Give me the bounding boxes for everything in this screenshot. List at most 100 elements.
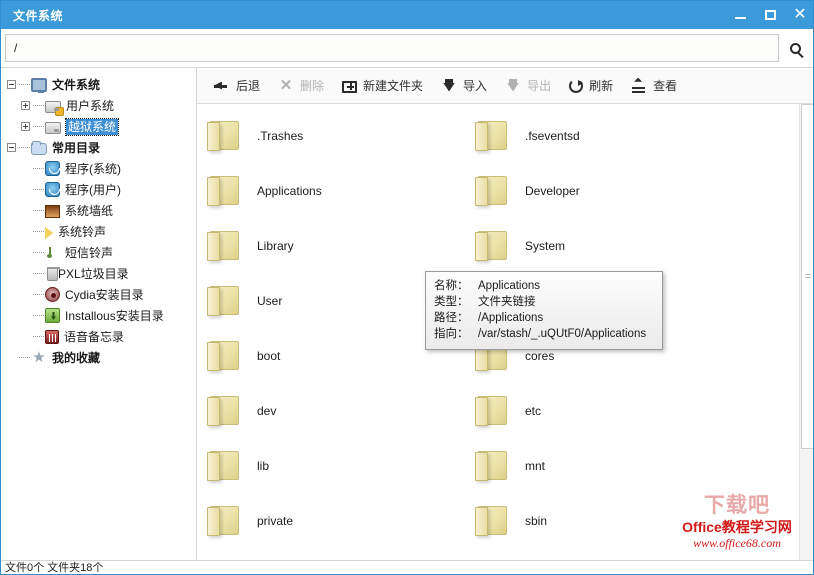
folder-icon: [475, 120, 509, 151]
tree-connector: [19, 74, 31, 95]
tree-item-6[interactable]: 系统墙纸: [1, 200, 196, 221]
file-item[interactable]: lib: [205, 438, 473, 493]
tree-connector: [33, 326, 45, 347]
file-item[interactable]: .Trashes: [205, 108, 473, 163]
tooltip-key: 指向：: [434, 328, 469, 340]
toolbar-button-label: 导出: [527, 79, 552, 93]
tree-item-label: PXL垃圾目录: [58, 266, 129, 281]
toolbar-button-label: 新建文件夹: [363, 79, 424, 93]
tooltip-value: /var/stash/_.uQUtF0/Applications: [478, 328, 647, 340]
tree-item-2[interactable]: 越狱系统: [1, 116, 196, 137]
file-name: Library: [257, 238, 294, 253]
tree-item-11[interactable]: Installous安装目录: [1, 305, 196, 326]
tree-connector: [33, 242, 45, 263]
app-icon: [45, 182, 60, 197]
toolbar: 后退 ✕ 删除 新建文件夹 导入 导出 刷新 查看: [197, 68, 813, 104]
expand-icon[interactable]: [21, 101, 30, 110]
tooltip-row: 名称： Applications: [434, 278, 654, 294]
path-bar: [1, 29, 813, 67]
maximize-button[interactable]: [755, 1, 785, 29]
toolbar-button-label: 删除: [300, 79, 325, 93]
tooltip-key: 类型：: [434, 296, 469, 308]
file-item[interactable]: System: [473, 218, 799, 273]
toolbar-button-4: 导出: [496, 72, 560, 100]
file-item[interactable]: Developer: [473, 163, 799, 218]
file-item[interactable]: mnt: [473, 438, 799, 493]
folder-icon: [475, 505, 509, 536]
path-input[interactable]: [5, 34, 779, 62]
toolbar-button-2[interactable]: 新建文件夹: [333, 72, 432, 100]
tree-item-3[interactable]: 常用目录: [1, 137, 196, 158]
folder-icon: [207, 340, 241, 371]
file-item[interactable]: .fseventsd: [473, 108, 799, 163]
tree-item-label: 文件系统: [52, 77, 101, 92]
folder-icon: [207, 285, 241, 316]
tree-item-12[interactable]: 语音备忘录: [1, 326, 196, 347]
file-name: sbin: [525, 513, 548, 528]
tree-item-label: 程序(系统): [65, 161, 121, 176]
tree-item-13[interactable]: ★ 我的收藏: [1, 347, 196, 368]
tree-connector: [33, 179, 45, 200]
tree-item-0[interactable]: 文件系统: [1, 74, 196, 95]
toolbar-button-3[interactable]: 导入: [432, 72, 496, 100]
tree-connector: [33, 305, 45, 326]
directory-tree: 文件系统用户系统越狱系统 常用目录程序(系统) 程序(用户) 系统墙纸 系统铃声 短信铃声…: [1, 74, 196, 368]
tree-connector: [33, 263, 45, 284]
tree-item-7[interactable]: 系统铃声: [1, 221, 196, 242]
file-list-scrollbar[interactable]: [799, 104, 813, 562]
scrollbar-thumb[interactable]: [801, 104, 813, 449]
file-item[interactable]: etc: [473, 383, 799, 438]
toolbar-button-6[interactable]: 查看: [622, 72, 686, 100]
file-name: dev: [257, 403, 277, 418]
note-icon: [45, 245, 60, 260]
collapse-icon[interactable]: [7, 80, 16, 89]
tree-item-label: 用户系统: [66, 98, 115, 113]
folder-front: [207, 231, 220, 261]
toolbar-button-0[interactable]: 后退: [205, 72, 269, 100]
back-arrow-icon: [214, 78, 230, 94]
tree-item-1[interactable]: 用户系统: [1, 95, 196, 116]
file-item[interactable]: dev: [205, 383, 473, 438]
folder-icon: [207, 505, 241, 536]
new-folder-icon: [342, 80, 358, 93]
tree-connector: [33, 284, 45, 305]
toolbar-button-5[interactable]: 刷新: [560, 72, 622, 100]
file-item[interactable]: private: [205, 493, 473, 548]
file-item[interactable]: sbin: [473, 493, 799, 548]
folder-front: [475, 451, 488, 481]
tree-item-10[interactable]: Cydia安装目录: [1, 284, 196, 305]
tree-connector: [33, 116, 45, 137]
folder-front: [207, 286, 220, 316]
monitor-icon: [31, 77, 47, 93]
folder-front: [475, 506, 488, 536]
file-item[interactable]: Applications: [205, 163, 473, 218]
tree-item-label: 越狱系统: [64, 117, 120, 136]
tree-connector: [19, 137, 31, 158]
tree-item-5[interactable]: 程序(用户): [1, 179, 196, 200]
tree-item-9[interactable]: PXL垃圾目录: [1, 263, 196, 284]
close-button[interactable]: ✕: [785, 1, 813, 29]
minimize-button[interactable]: [725, 1, 755, 29]
search-button[interactable]: [779, 33, 811, 63]
file-name: Developer: [525, 183, 580, 198]
file-item[interactable]: Library: [205, 218, 473, 273]
tree-connector: [19, 347, 31, 368]
tree-item-label: 程序(用户): [65, 182, 121, 197]
cydia-icon: [45, 287, 60, 302]
tooltip-value: 文件夹链接: [478, 296, 536, 308]
collapse-icon[interactable]: [7, 143, 16, 152]
folder-front: [207, 396, 220, 426]
tree-connector: [33, 200, 45, 221]
right-pane: 后退 ✕ 删除 新建文件夹 导入 导出 刷新 查看 .Trashes .fseventsd App…: [197, 67, 813, 562]
tree-connector: [33, 95, 45, 116]
tree-item-4[interactable]: 程序(系统): [1, 158, 196, 179]
expand-icon[interactable]: [21, 122, 30, 131]
tree-item-8[interactable]: 短信铃声: [1, 242, 196, 263]
tree-item-label: Installous安装目录: [65, 308, 164, 323]
folder-front: [207, 451, 220, 481]
